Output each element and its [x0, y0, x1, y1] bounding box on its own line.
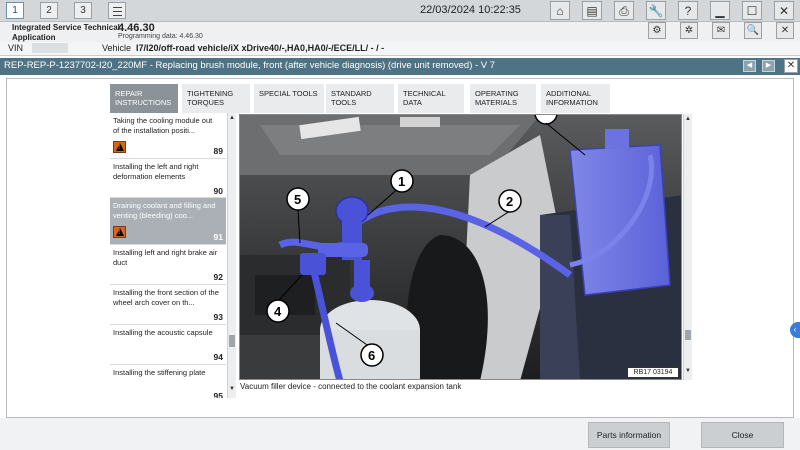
engine-bay-photo: 1 2 5 4 6	[240, 115, 681, 379]
tab-additional-information[interactable]: ADDITIONAL INFORMATION	[541, 84, 610, 113]
figure-reference: RB17 03194	[627, 367, 679, 378]
list-item[interactable]: Installing the left and right deformatio…	[110, 159, 226, 198]
callout-2: 2	[506, 194, 513, 209]
tab-repair-instructions[interactable]: REPAIR INSTRUCTIONS	[110, 84, 178, 113]
figure-caption: Vacuum filler device - connected to the …	[240, 382, 462, 391]
session-tab-3[interactable]: 3	[74, 2, 92, 19]
list-item[interactable]: Installing the stiffening plate 95	[110, 365, 226, 398]
callout-6: 6	[368, 348, 375, 363]
step-number: 95	[213, 391, 223, 398]
step-title: Taking the cooling module out of the ins…	[113, 116, 213, 135]
parts-information-button[interactable]: Parts information	[588, 422, 670, 448]
scroll-down-icon[interactable]: ▼	[228, 386, 236, 395]
vin-label: VIN	[8, 43, 24, 53]
scroll-thumb[interactable]	[685, 330, 691, 340]
wrench-icon[interactable]: 🔧	[646, 1, 666, 20]
mail-icon[interactable]: ✉	[712, 22, 730, 39]
next-document-button[interactable]: ▶	[762, 60, 775, 72]
search-icon[interactable]: 🔍	[744, 22, 762, 39]
settings-icon[interactable]: ⚙	[648, 22, 666, 39]
image-scrollbar[interactable]: ▲ ▼	[683, 114, 692, 380]
list-view-icon[interactable]	[108, 2, 126, 19]
list-item[interactable]: Installing left and right brake air duct…	[110, 245, 226, 285]
step-title: Installing the left and right deformatio…	[113, 162, 199, 181]
repair-illustration: 1 2 5 4 6	[239, 114, 682, 380]
tab-tightening-torques[interactable]: TIGHTENING TORQUES	[182, 84, 250, 113]
tab-operating-materials[interactable]: OPERATING MATERIALS	[470, 84, 536, 113]
step-number: 89	[213, 146, 223, 156]
gear-icon[interactable]: ✲	[680, 22, 698, 39]
print-icon[interactable]: ⎙	[614, 1, 634, 20]
step-number: 94	[213, 352, 223, 362]
warning-icon	[113, 141, 126, 153]
step-title: Installing the acoustic capsule	[113, 328, 213, 337]
step-title: Draining coolant and filling and venting…	[113, 201, 216, 220]
close-document-button[interactable]: ✕	[784, 59, 798, 73]
vehicle-label: Vehicle	[102, 43, 132, 53]
warning-icon	[113, 226, 126, 238]
bottom-bar	[0, 418, 800, 450]
session-tab-2[interactable]: 2	[40, 2, 58, 19]
step-title: Installing left and right brake air duct	[113, 248, 218, 267]
scroll-down-icon[interactable]: ▼	[684, 368, 692, 377]
tab-special-tools[interactable]: SPECIAL TOOLS	[254, 84, 324, 113]
side-panel-toggle[interactable]: ‹	[790, 322, 800, 338]
programming-data: Programming data: 4.46.30	[118, 33, 203, 40]
tab-standard-tools[interactable]: STANDARD TOOLS	[326, 84, 394, 113]
tab-technical-data[interactable]: TECHNICAL DATA	[398, 84, 464, 113]
step-title: Installing the front section of the whee…	[113, 288, 219, 307]
help-icon[interactable]: ?	[678, 1, 698, 20]
list-item[interactable]: Installing the acoustic capsule 94	[110, 325, 226, 365]
prev-document-button[interactable]: ◀	[743, 60, 756, 72]
home-icon[interactable]: ⌂	[550, 1, 570, 20]
steps-scrollbar[interactable]: ▲ ▼	[227, 113, 236, 398]
scroll-up-icon[interactable]: ▲	[228, 115, 236, 124]
list-item-selected[interactable]: Draining coolant and filling and venting…	[110, 198, 226, 245]
step-number: 93	[213, 312, 223, 322]
close-session-icon[interactable]: ✕	[776, 22, 794, 39]
list-item[interactable]: Installing the front section of the whee…	[110, 285, 226, 325]
callout-1: 1	[398, 174, 405, 189]
session-tab-1[interactable]: 1	[6, 2, 24, 19]
step-number: 90	[213, 186, 223, 196]
list-item[interactable]: Taking the cooling module out of the ins…	[110, 113, 226, 159]
close-button[interactable]: Close	[701, 422, 784, 448]
step-number: 92	[213, 272, 223, 282]
callout-4: 4	[274, 304, 282, 319]
step-title: Installing the stiffening plate	[113, 368, 206, 377]
minimize-icon[interactable]: ▁	[710, 1, 730, 20]
book-icon[interactable]: ▤	[582, 1, 602, 20]
document-title: REP-REP-P-1237702-I20_220MF - Replacing …	[4, 60, 496, 71]
steps-list: Taking the cooling module out of the ins…	[110, 113, 226, 398]
vehicle-value: I7/I20/off-road vehicle/iX xDrive40/-,HA…	[136, 43, 385, 53]
maximize-icon[interactable]: ☐	[742, 1, 762, 20]
scroll-up-icon[interactable]: ▲	[684, 116, 692, 125]
datetime: 22/03/2024 10:22:35	[420, 4, 521, 16]
vin-value-redacted	[32, 43, 68, 53]
scroll-thumb[interactable]	[229, 335, 235, 347]
step-number: 91	[213, 232, 223, 242]
close-window-icon[interactable]: ✕	[774, 1, 794, 20]
callout-5: 5	[294, 192, 301, 207]
